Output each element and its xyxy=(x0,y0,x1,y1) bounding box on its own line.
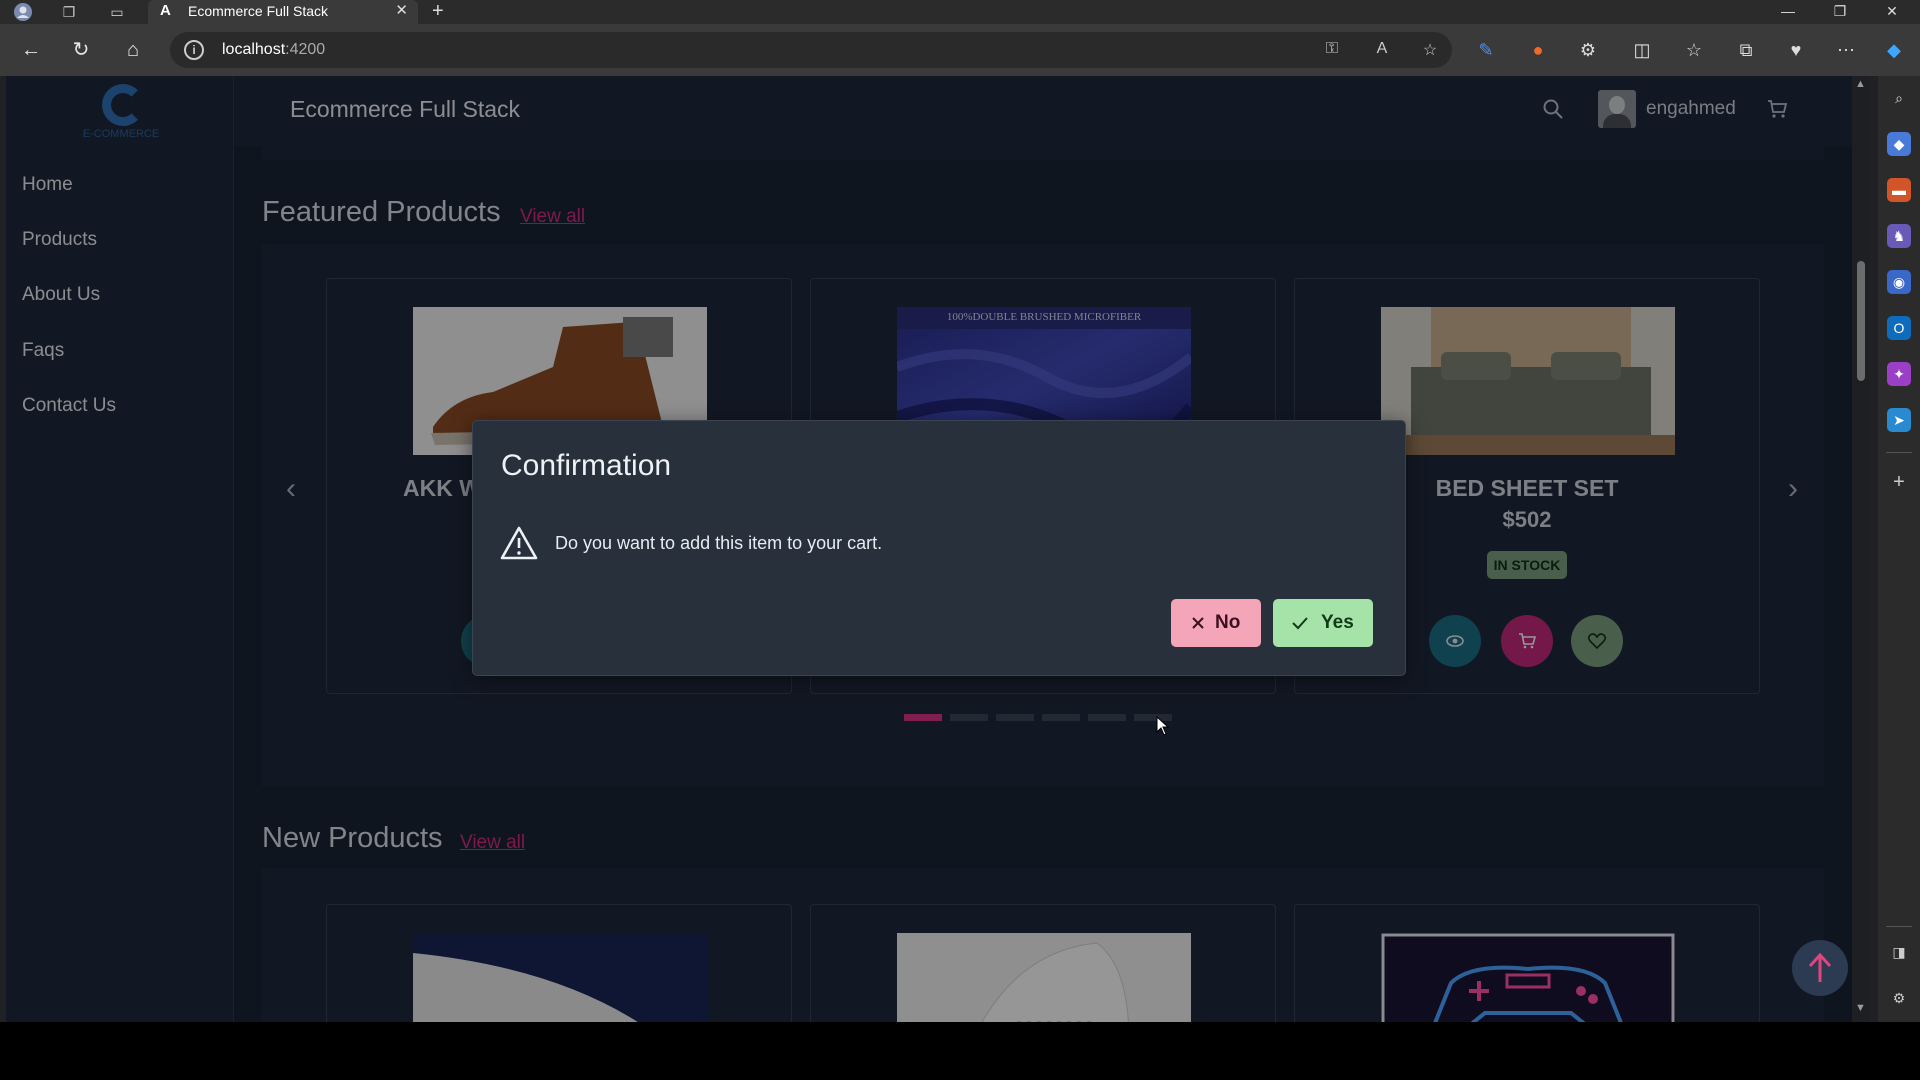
reload-icon[interactable]: ↻ xyxy=(66,36,96,64)
edge-divider xyxy=(1886,926,1912,927)
extension-orange-icon[interactable]: ● xyxy=(1524,36,1552,64)
edge-send-icon[interactable]: ➤ xyxy=(1887,408,1911,432)
scroll-down-icon[interactable]: ▼ xyxy=(1855,1002,1866,1014)
no-button-label: No xyxy=(1215,612,1241,633)
scroll-up-icon[interactable]: ▲ xyxy=(1855,78,1866,90)
pen-extension-icon[interactable]: ✎ xyxy=(1472,36,1500,64)
tab-title: Ecommerce Full Stack xyxy=(188,3,329,19)
site-info-icon[interactable]: i xyxy=(184,40,204,60)
arrow-up-icon xyxy=(1808,952,1832,982)
read-aloud-icon[interactable]: A xyxy=(1370,40,1394,60)
edge-outlook-icon[interactable]: O xyxy=(1887,316,1911,340)
key-icon[interactable]: ⚿ xyxy=(1320,40,1344,60)
edge-shopping-icon[interactable]: ◆ xyxy=(1887,132,1911,156)
tab-strip: ❐ ▭ A Ecommerce Full Stack ✕ + — ❐ ✕ xyxy=(0,0,1920,24)
dialog-message: Do you want to add this item to your car… xyxy=(555,533,883,553)
edge-search-icon[interactable]: ⌕ xyxy=(1887,86,1911,110)
warning-icon xyxy=(499,525,539,566)
browser-toolbar: ← ↻ ⌂ i localhost:4200 ⚿ A ☆ ✎ ● ⚙ ◫ ☆ ⧉… xyxy=(0,24,1920,76)
url-port: :4200 xyxy=(285,41,326,58)
dialog-title: Confirmation xyxy=(501,449,672,482)
edge-games-icon[interactable]: ♞ xyxy=(1887,224,1911,248)
profile-icon[interactable] xyxy=(12,2,34,22)
extensions-puzzle-icon[interactable]: ⚙ xyxy=(1574,36,1602,64)
new-tab-icon[interactable]: + xyxy=(432,0,444,22)
scroll-to-top-button[interactable] xyxy=(1792,940,1848,996)
edge-tools-icon[interactable]: ▬ xyxy=(1887,178,1911,202)
edge-copilot-icon[interactable]: ◉ xyxy=(1887,270,1911,294)
home-icon[interactable]: ⌂ xyxy=(118,36,148,64)
favorites-icon[interactable]: ☆ xyxy=(1680,36,1708,64)
minimize-icon[interactable]: — xyxy=(1768,0,1808,22)
tab-close-icon[interactable]: ✕ xyxy=(395,0,408,22)
yes-button[interactable]: Yes xyxy=(1273,599,1373,647)
address-bar[interactable]: i localhost:4200 ⚿ A ☆ xyxy=(170,32,1452,68)
edge-sidebar: ⌕ ◆ ▬ ♞ ◉ O ✦ ➤ + ◨ ⚙ xyxy=(1878,76,1920,1022)
restore-icon[interactable]: ❐ xyxy=(1820,0,1860,22)
close-icon xyxy=(1192,617,1204,629)
workspaces-icon[interactable]: ❐ xyxy=(58,2,80,22)
copilot-icon[interactable]: ◆ xyxy=(1880,36,1908,64)
yes-button-label: Yes xyxy=(1321,612,1354,633)
edge-designer-icon[interactable]: ✦ xyxy=(1887,362,1911,386)
confirmation-dialog: Confirmation Do you want to add this ite… xyxy=(472,420,1406,676)
back-icon[interactable]: ← xyxy=(16,36,46,64)
edge-hide-sidebar-icon[interactable]: ◨ xyxy=(1887,940,1911,964)
browser-window: ❐ ▭ A Ecommerce Full Stack ✕ + — ❐ ✕ ← ↻… xyxy=(0,0,1920,1022)
edge-add-icon[interactable]: + xyxy=(1887,470,1911,494)
page-scrollbar[interactable]: ▲ ▼ xyxy=(1852,76,1870,1022)
favorite-star-icon[interactable]: ☆ xyxy=(1418,40,1442,60)
browser-tab-active[interactable]: A Ecommerce Full Stack ✕ xyxy=(148,0,418,24)
web-page: E-COMMERCE Home Products About Us Faqs C… xyxy=(6,76,1852,1022)
url-text: localhost:4200 xyxy=(222,41,325,59)
tab-actions-icon[interactable]: ▭ xyxy=(106,2,128,22)
url-host: localhost xyxy=(222,41,286,58)
close-window-icon[interactable]: ✕ xyxy=(1872,0,1912,22)
scroll-thumb[interactable] xyxy=(1857,261,1865,381)
collections-icon[interactable]: ⧉ xyxy=(1732,36,1760,64)
split-screen-icon[interactable]: ◫ xyxy=(1628,36,1656,64)
edge-divider xyxy=(1886,452,1912,453)
tab-favicon-icon: A xyxy=(160,2,171,19)
edge-settings-icon[interactable]: ⚙ xyxy=(1887,986,1911,1010)
check-icon xyxy=(1292,617,1308,630)
browser-essentials-icon[interactable]: ♥ xyxy=(1782,36,1810,64)
mouse-cursor-icon xyxy=(1156,715,1170,741)
more-options-icon[interactable]: ⋯ xyxy=(1832,36,1860,64)
no-button[interactable]: No xyxy=(1171,599,1261,647)
